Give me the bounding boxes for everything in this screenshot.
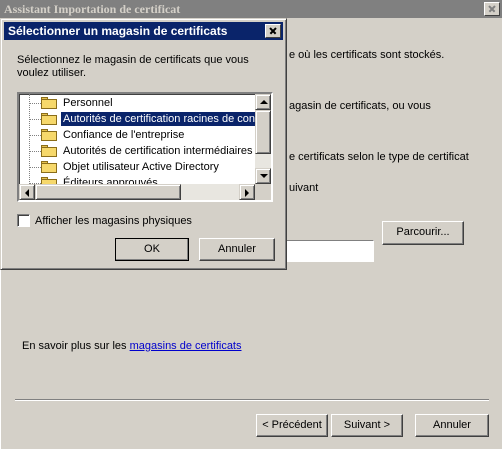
select-store-dialog: Sélectionner un magasin de certificats S…: [0, 18, 287, 270]
store-item-label: Confiance de l'entreprise: [63, 129, 185, 141]
vertical-scroll-thumb[interactable]: [255, 110, 271, 154]
folder-icon: [41, 145, 57, 157]
store-item-label: Personnel: [63, 97, 113, 109]
wizard-description-4: uivant: [289, 182, 319, 194]
folder-icon: [41, 161, 57, 173]
tree-branch-line: [29, 103, 41, 104]
wizard-title: Assistant Importation de certificat: [4, 2, 181, 16]
tree-branch-line: [29, 135, 41, 136]
dialog-cancel-button[interactable]: Annuler: [199, 238, 275, 261]
dialog-titlebar: Sélectionner un magasin de certificats: [4, 22, 283, 40]
certificate-stores-link[interactable]: magasins de certificats: [130, 340, 242, 352]
folder-icon: [41, 129, 57, 141]
scroll-up-button[interactable]: [255, 94, 271, 110]
learn-more-prefix: En savoir plus sur les: [22, 340, 130, 352]
wizard-description-3: e certificats selon le type de certifica…: [289, 151, 469, 163]
store-item-label: Objet utilisateur Active Directory: [63, 161, 219, 173]
dialog-prompt: Sélectionnez le magasin de certificats q…: [17, 54, 249, 79]
store-item[interactable]: Confiance de l'entreprise: [29, 127, 257, 143]
show-physical-stores-checkbox[interactable]: [17, 214, 30, 227]
wizard-separator: [15, 399, 489, 401]
wizard-cancel-button[interactable]: Annuler: [415, 414, 489, 437]
store-item-label: Autorités de certification racines de co…: [60, 111, 257, 127]
dialog-title: Sélectionner un magasin de certificats: [8, 24, 228, 38]
back-button[interactable]: < Précédent: [256, 414, 328, 437]
tree-branch-line: [29, 151, 41, 152]
store-item[interactable]: Objet utilisateur Active Directory: [29, 159, 257, 175]
wizard-description-2: agasin de certificats, ou vous: [289, 100, 431, 112]
scroll-left-button[interactable]: [19, 184, 35, 200]
wizard-titlebar: Assistant Importation de certificat: [0, 0, 502, 18]
wizard-close-icon[interactable]: [484, 2, 500, 16]
browse-button[interactable]: Parcourir...: [382, 221, 464, 245]
dialog-close-icon[interactable]: [265, 24, 281, 38]
store-tree[interactable]: Personnel Autorités de certification raci…: [17, 92, 273, 202]
folder-icon: [41, 113, 57, 125]
next-button[interactable]: Suivant >: [331, 414, 403, 437]
horizontal-scroll-thumb[interactable]: [35, 184, 181, 200]
folder-icon: [41, 97, 57, 109]
wizard-description-1: e où les certificats sont stockés.: [289, 49, 445, 61]
scroll-right-button[interactable]: [239, 184, 255, 200]
store-item[interactable]: Autorités de certification intermédiaire…: [29, 143, 257, 159]
learn-more-text: En savoir plus sur les magasins de certi…: [22, 340, 242, 352]
store-item[interactable]: Personnel: [29, 95, 257, 111]
tree-branch-line: [29, 167, 41, 168]
store-item[interactable]: Autorités de certification racines de co…: [29, 111, 257, 127]
scroll-corner: [255, 184, 271, 200]
ok-button[interactable]: OK: [115, 238, 189, 261]
scroll-down-button[interactable]: [255, 168, 271, 184]
tree-branch-line: [29, 119, 41, 120]
tree-horizontal-scrollbar[interactable]: [19, 184, 255, 200]
store-item-label: Autorités de certification intermédiaire…: [63, 145, 253, 157]
show-physical-stores-label[interactable]: Afficher les magasins physiques: [35, 215, 192, 227]
